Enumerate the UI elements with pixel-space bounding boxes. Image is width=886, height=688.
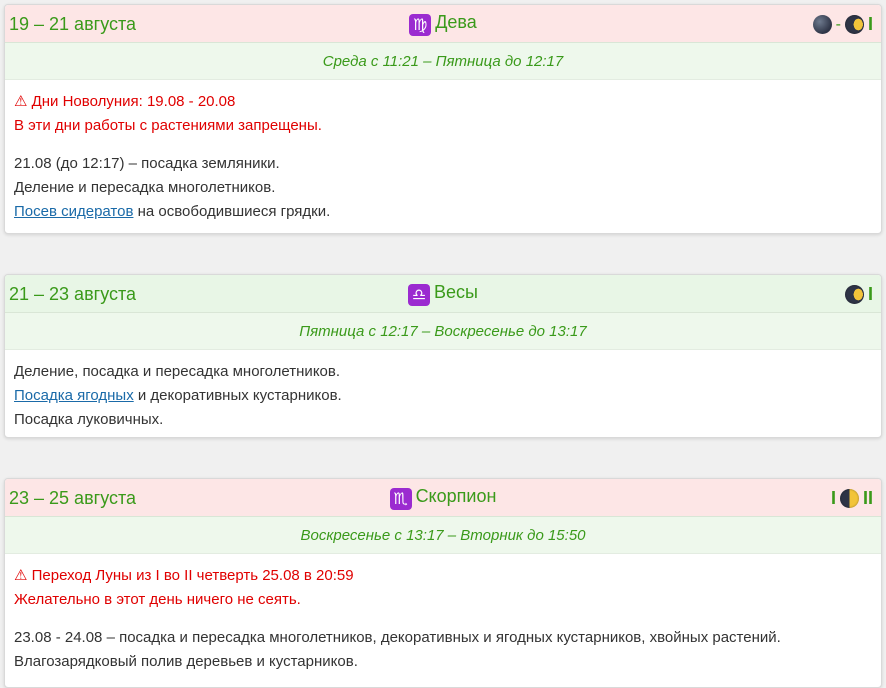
recommendation: Деление и пересадка многолетников. bbox=[14, 179, 276, 196]
card-body: ⚠ Дни Новолуния: 19.08 - 20.08 В эти дни… bbox=[5, 80, 881, 233]
libra-icon: ♎ bbox=[408, 284, 431, 306]
link-berry-planting[interactable]: Посадка ягодных bbox=[14, 387, 134, 404]
recommendation: 23.08 - 24.08 – посадка и пересадка мног… bbox=[14, 629, 781, 646]
moon-phase: I II bbox=[831, 488, 873, 509]
zodiac-sign: ♎ Весы bbox=[5, 282, 881, 306]
calendar-card-virgo: 19 – 21 августа ♍ Дева - I Среда с 11:21 … bbox=[4, 4, 882, 234]
moon-phase: I bbox=[844, 284, 873, 305]
recommendation: Посадка луковичных. bbox=[14, 411, 164, 428]
recommendation: 21.08 (до 12:17) – посадка земляники. bbox=[14, 155, 280, 172]
calendar-card-libra: 21 – 23 августа ♎ Весы I Пятница с 12:17 … bbox=[4, 274, 882, 438]
zodiac-sign: ♍ Дева bbox=[5, 12, 881, 36]
zodiac-name: Скорпион bbox=[415, 486, 497, 506]
moon-quarter-start: I bbox=[830, 488, 836, 508]
recommendation: Деление, посадка и пересадка многолетник… bbox=[14, 363, 341, 380]
card-body: ⚠ Переход Луны из I во II четверть 25.08… bbox=[5, 554, 881, 686]
zodiac-name: Весы bbox=[434, 282, 478, 302]
scorpio-icon: ♏ bbox=[389, 488, 412, 510]
moon-quarter: I bbox=[867, 284, 873, 304]
moon-period: Воскресенье с 13:17 – Вторник до 15:50 bbox=[5, 517, 881, 554]
waxing-moon-icon bbox=[844, 285, 864, 304]
warning-line: ⚠ Дни Новолуния: 19.08 - 20.08 bbox=[14, 93, 236, 110]
moon-period: Пятница с 12:17 – Воскресенье до 13:17 bbox=[5, 313, 881, 350]
warning-line: ⚠ Переход Луны из I во II четверть 25.08… bbox=[14, 567, 354, 584]
recommendation: Влагозарядковый полив деревьев и кустарн… bbox=[14, 653, 358, 670]
warning-note: Желательно в этот день ничего не сеять. bbox=[14, 591, 301, 608]
first-quarter-moon-icon bbox=[839, 489, 859, 508]
card-header: 19 – 21 августа ♍ Дева - I bbox=[5, 5, 881, 43]
zodiac-name: Дева bbox=[435, 12, 477, 32]
waxing-moon-icon bbox=[844, 15, 864, 34]
card-body: Деление, посадка и пересадка многолетник… bbox=[5, 350, 881, 437]
zodiac-sign: ♏ Скорпион bbox=[5, 486, 881, 510]
moon-separator: - bbox=[835, 15, 841, 33]
moon-quarter-end: II bbox=[862, 488, 873, 508]
moon-period: Среда с 11:21 – Пятница до 12:17 bbox=[5, 43, 881, 80]
recommendation: Посадка ягодных и декоративных кустарник… bbox=[14, 387, 342, 404]
card-header: 23 – 25 августа ♏ Скорпион I II bbox=[5, 479, 881, 517]
virgo-icon: ♍ bbox=[409, 14, 432, 36]
card-header: 21 – 23 августа ♎ Весы I bbox=[5, 275, 881, 313]
moon-quarter: I bbox=[867, 14, 873, 34]
recommendation: Посев сидератов на освободившиеся грядки… bbox=[14, 203, 331, 220]
new-moon-icon bbox=[812, 15, 832, 34]
calendar-card-scorpio: 23 – 25 августа ♏ Скорпион I II Воскресен… bbox=[4, 478, 882, 688]
moon-phase: - I bbox=[812, 14, 873, 35]
warning-note: В эти дни работы с растениями запрещены. bbox=[14, 117, 322, 134]
link-green-manure[interactable]: Посев сидератов bbox=[14, 203, 133, 220]
